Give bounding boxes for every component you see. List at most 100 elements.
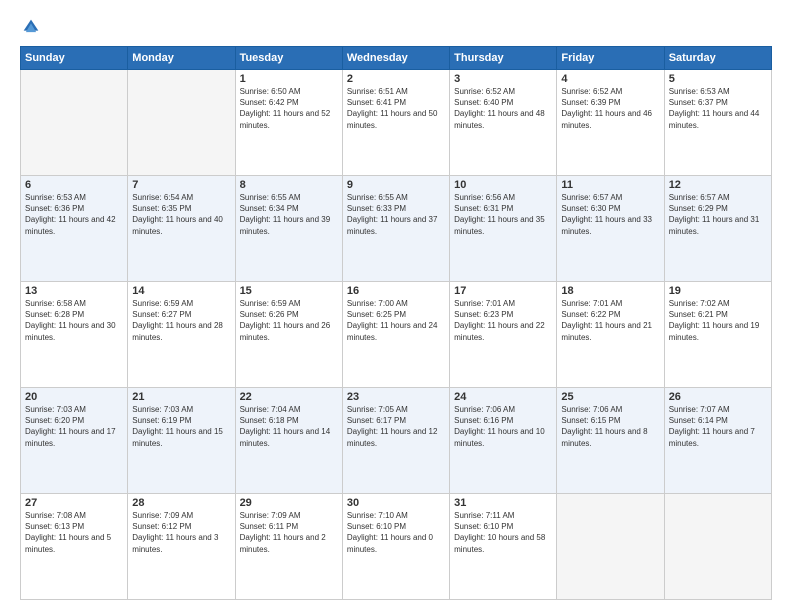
logo-icon bbox=[20, 16, 42, 38]
day-cell: 21Sunrise: 7:03 AMSunset: 6:19 PMDayligh… bbox=[128, 388, 235, 494]
day-number: 7 bbox=[132, 179, 230, 191]
week-row: 20Sunrise: 7:03 AMSunset: 6:20 PMDayligh… bbox=[21, 388, 772, 494]
day-detail: Sunrise: 6:52 AMSunset: 6:40 PMDaylight:… bbox=[454, 86, 552, 131]
day-number: 11 bbox=[561, 179, 659, 191]
day-number: 17 bbox=[454, 285, 552, 297]
day-cell: 11Sunrise: 6:57 AMSunset: 6:30 PMDayligh… bbox=[557, 176, 664, 282]
calendar: SundayMondayTuesdayWednesdayThursdayFrid… bbox=[20, 46, 772, 600]
day-number: 21 bbox=[132, 391, 230, 403]
header-row: SundayMondayTuesdayWednesdayThursdayFrid… bbox=[21, 47, 772, 70]
day-header-tuesday: Tuesday bbox=[235, 47, 342, 70]
day-cell: 10Sunrise: 6:56 AMSunset: 6:31 PMDayligh… bbox=[450, 176, 557, 282]
day-number: 23 bbox=[347, 391, 445, 403]
day-cell: 28Sunrise: 7:09 AMSunset: 6:12 PMDayligh… bbox=[128, 494, 235, 600]
day-cell: 3Sunrise: 6:52 AMSunset: 6:40 PMDaylight… bbox=[450, 70, 557, 176]
day-header-wednesday: Wednesday bbox=[342, 47, 449, 70]
day-number: 22 bbox=[240, 391, 338, 403]
day-cell: 18Sunrise: 7:01 AMSunset: 6:22 PMDayligh… bbox=[557, 282, 664, 388]
page: SundayMondayTuesdayWednesdayThursdayFrid… bbox=[0, 0, 792, 612]
day-cell: 7Sunrise: 6:54 AMSunset: 6:35 PMDaylight… bbox=[128, 176, 235, 282]
day-number: 1 bbox=[240, 73, 338, 85]
day-number: 13 bbox=[25, 285, 123, 297]
day-detail: Sunrise: 7:01 AMSunset: 6:22 PMDaylight:… bbox=[561, 298, 659, 343]
day-detail: Sunrise: 6:51 AMSunset: 6:41 PMDaylight:… bbox=[347, 86, 445, 131]
day-cell: 25Sunrise: 7:06 AMSunset: 6:15 PMDayligh… bbox=[557, 388, 664, 494]
day-cell: 17Sunrise: 7:01 AMSunset: 6:23 PMDayligh… bbox=[450, 282, 557, 388]
day-detail: Sunrise: 7:03 AMSunset: 6:19 PMDaylight:… bbox=[132, 404, 230, 449]
day-header-thursday: Thursday bbox=[450, 47, 557, 70]
day-number: 10 bbox=[454, 179, 552, 191]
day-number: 19 bbox=[669, 285, 767, 297]
day-detail: Sunrise: 6:55 AMSunset: 6:34 PMDaylight:… bbox=[240, 192, 338, 237]
day-detail: Sunrise: 6:57 AMSunset: 6:30 PMDaylight:… bbox=[561, 192, 659, 237]
day-number: 26 bbox=[669, 391, 767, 403]
day-detail: Sunrise: 7:00 AMSunset: 6:25 PMDaylight:… bbox=[347, 298, 445, 343]
day-header-friday: Friday bbox=[557, 47, 664, 70]
day-detail: Sunrise: 6:52 AMSunset: 6:39 PMDaylight:… bbox=[561, 86, 659, 131]
day-number: 25 bbox=[561, 391, 659, 403]
day-number: 29 bbox=[240, 497, 338, 509]
day-number: 28 bbox=[132, 497, 230, 509]
day-header-saturday: Saturday bbox=[664, 47, 771, 70]
week-row: 27Sunrise: 7:08 AMSunset: 6:13 PMDayligh… bbox=[21, 494, 772, 600]
day-detail: Sunrise: 7:06 AMSunset: 6:16 PMDaylight:… bbox=[454, 404, 552, 449]
day-detail: Sunrise: 7:01 AMSunset: 6:23 PMDaylight:… bbox=[454, 298, 552, 343]
day-number: 18 bbox=[561, 285, 659, 297]
day-detail: Sunrise: 7:09 AMSunset: 6:11 PMDaylight:… bbox=[240, 510, 338, 555]
day-cell: 27Sunrise: 7:08 AMSunset: 6:13 PMDayligh… bbox=[21, 494, 128, 600]
day-number: 5 bbox=[669, 73, 767, 85]
day-detail: Sunrise: 6:57 AMSunset: 6:29 PMDaylight:… bbox=[669, 192, 767, 237]
day-detail: Sunrise: 6:54 AMSunset: 6:35 PMDaylight:… bbox=[132, 192, 230, 237]
day-detail: Sunrise: 7:07 AMSunset: 6:14 PMDaylight:… bbox=[669, 404, 767, 449]
day-cell: 26Sunrise: 7:07 AMSunset: 6:14 PMDayligh… bbox=[664, 388, 771, 494]
day-number: 12 bbox=[669, 179, 767, 191]
day-detail: Sunrise: 7:09 AMSunset: 6:12 PMDaylight:… bbox=[132, 510, 230, 555]
day-detail: Sunrise: 7:05 AMSunset: 6:17 PMDaylight:… bbox=[347, 404, 445, 449]
day-detail: Sunrise: 6:53 AMSunset: 6:37 PMDaylight:… bbox=[669, 86, 767, 131]
week-row: 6Sunrise: 6:53 AMSunset: 6:36 PMDaylight… bbox=[21, 176, 772, 282]
day-detail: Sunrise: 7:04 AMSunset: 6:18 PMDaylight:… bbox=[240, 404, 338, 449]
day-detail: Sunrise: 7:11 AMSunset: 6:10 PMDaylight:… bbox=[454, 510, 552, 555]
day-cell: 8Sunrise: 6:55 AMSunset: 6:34 PMDaylight… bbox=[235, 176, 342, 282]
day-detail: Sunrise: 6:50 AMSunset: 6:42 PMDaylight:… bbox=[240, 86, 338, 131]
day-detail: Sunrise: 7:10 AMSunset: 6:10 PMDaylight:… bbox=[347, 510, 445, 555]
day-number: 16 bbox=[347, 285, 445, 297]
day-cell bbox=[128, 70, 235, 176]
day-cell: 16Sunrise: 7:00 AMSunset: 6:25 PMDayligh… bbox=[342, 282, 449, 388]
day-detail: Sunrise: 7:03 AMSunset: 6:20 PMDaylight:… bbox=[25, 404, 123, 449]
day-cell: 14Sunrise: 6:59 AMSunset: 6:27 PMDayligh… bbox=[128, 282, 235, 388]
day-number: 24 bbox=[454, 391, 552, 403]
day-number: 15 bbox=[240, 285, 338, 297]
day-cell bbox=[21, 70, 128, 176]
day-detail: Sunrise: 6:55 AMSunset: 6:33 PMDaylight:… bbox=[347, 192, 445, 237]
day-number: 27 bbox=[25, 497, 123, 509]
day-cell: 5Sunrise: 6:53 AMSunset: 6:37 PMDaylight… bbox=[664, 70, 771, 176]
day-number: 8 bbox=[240, 179, 338, 191]
day-detail: Sunrise: 6:58 AMSunset: 6:28 PMDaylight:… bbox=[25, 298, 123, 343]
day-cell: 1Sunrise: 6:50 AMSunset: 6:42 PMDaylight… bbox=[235, 70, 342, 176]
day-cell bbox=[557, 494, 664, 600]
day-detail: Sunrise: 7:08 AMSunset: 6:13 PMDaylight:… bbox=[25, 510, 123, 555]
day-detail: Sunrise: 7:06 AMSunset: 6:15 PMDaylight:… bbox=[561, 404, 659, 449]
week-row: 1Sunrise: 6:50 AMSunset: 6:42 PMDaylight… bbox=[21, 70, 772, 176]
logo bbox=[20, 16, 44, 38]
week-row: 13Sunrise: 6:58 AMSunset: 6:28 PMDayligh… bbox=[21, 282, 772, 388]
day-cell: 23Sunrise: 7:05 AMSunset: 6:17 PMDayligh… bbox=[342, 388, 449, 494]
day-cell: 12Sunrise: 6:57 AMSunset: 6:29 PMDayligh… bbox=[664, 176, 771, 282]
day-cell: 31Sunrise: 7:11 AMSunset: 6:10 PMDayligh… bbox=[450, 494, 557, 600]
day-detail: Sunrise: 6:59 AMSunset: 6:27 PMDaylight:… bbox=[132, 298, 230, 343]
day-cell: 9Sunrise: 6:55 AMSunset: 6:33 PMDaylight… bbox=[342, 176, 449, 282]
day-number: 9 bbox=[347, 179, 445, 191]
day-number: 2 bbox=[347, 73, 445, 85]
day-header-sunday: Sunday bbox=[21, 47, 128, 70]
header bbox=[20, 16, 772, 38]
day-cell: 4Sunrise: 6:52 AMSunset: 6:39 PMDaylight… bbox=[557, 70, 664, 176]
day-cell: 24Sunrise: 7:06 AMSunset: 6:16 PMDayligh… bbox=[450, 388, 557, 494]
day-number: 3 bbox=[454, 73, 552, 85]
day-detail: Sunrise: 6:59 AMSunset: 6:26 PMDaylight:… bbox=[240, 298, 338, 343]
day-detail: Sunrise: 6:56 AMSunset: 6:31 PMDaylight:… bbox=[454, 192, 552, 237]
day-detail: Sunrise: 7:02 AMSunset: 6:21 PMDaylight:… bbox=[669, 298, 767, 343]
day-number: 30 bbox=[347, 497, 445, 509]
day-cell: 19Sunrise: 7:02 AMSunset: 6:21 PMDayligh… bbox=[664, 282, 771, 388]
day-cell bbox=[664, 494, 771, 600]
